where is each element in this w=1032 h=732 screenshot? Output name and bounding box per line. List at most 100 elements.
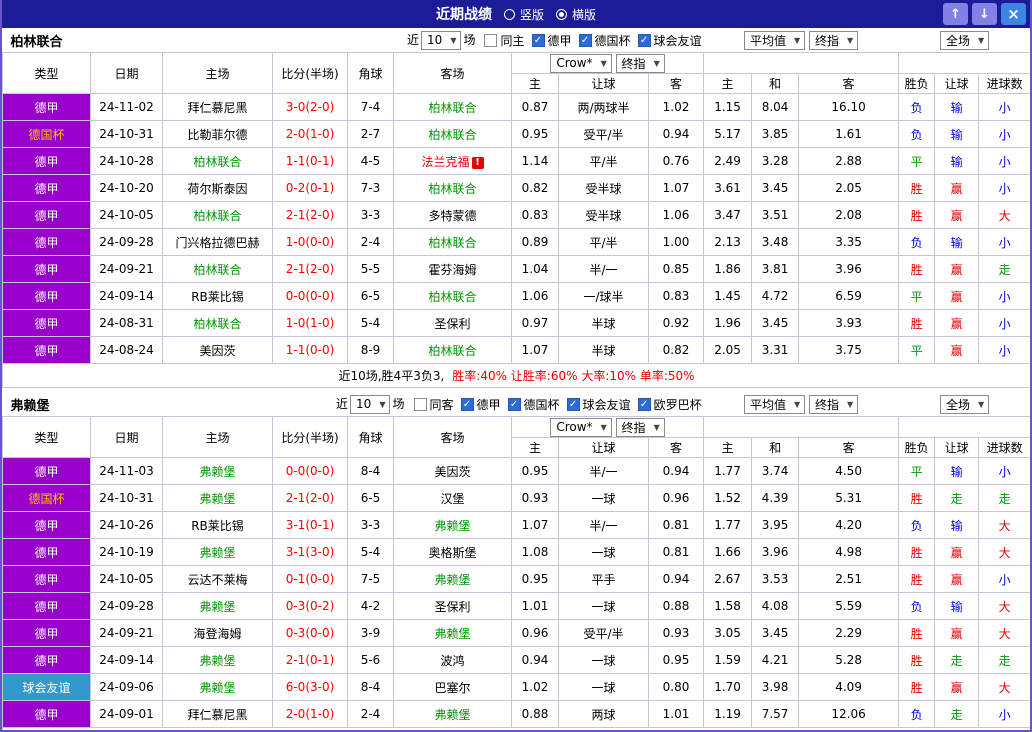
column-header: 日期 xyxy=(90,52,163,94)
away-team-link[interactable]: 汉堡 xyxy=(393,484,512,512)
score-link[interactable]: 2-0(1-0) xyxy=(272,700,348,728)
away-team-link[interactable]: 波鸿 xyxy=(393,646,512,674)
home-team-link[interactable]: 柏林联合 xyxy=(161,309,274,337)
avg-home: 2.05 xyxy=(703,336,753,364)
home-team-link[interactable]: 云达不莱梅 xyxy=(162,565,273,593)
home-team-link[interactable]: 拜仁慕尼黑 xyxy=(162,700,273,728)
away-team-link[interactable]: 霍芬海姆 xyxy=(393,255,513,283)
score-link[interactable]: 2-1(2-0) xyxy=(272,255,349,283)
away-team-link[interactable]: 柏林联合 xyxy=(393,174,513,202)
score-link[interactable]: 3-0(2-0) xyxy=(272,93,349,121)
avg-ref-select[interactable]: 终指 ▼ xyxy=(809,394,859,414)
away-team-link[interactable]: 弗赖堡 xyxy=(393,700,512,728)
avg-source-select[interactable]: 平均值 ▼ xyxy=(743,30,806,50)
score-link[interactable]: 1-1(0-0) xyxy=(272,336,349,364)
column-header: 进球数 xyxy=(978,437,1030,458)
home-team-link[interactable]: 弗赖堡 xyxy=(162,457,273,485)
score-link[interactable]: 3-1(3-0) xyxy=(272,538,348,566)
away-team-link[interactable]: 法兰克福! xyxy=(393,147,513,175)
chevron-down-icon: ▼ xyxy=(978,399,985,409)
league-checkbox-0-label: 德甲 xyxy=(476,397,501,412)
avg-source-select[interactable]: 平均值 ▼ xyxy=(744,394,806,414)
scope-select[interactable]: 全场 ▼ xyxy=(940,394,990,414)
odds-ref-select[interactable]: 终指 ▼ xyxy=(615,417,665,437)
away-team-link[interactable]: 奥格斯堡 xyxy=(393,538,512,566)
scroll-up-button[interactable]: ↑ xyxy=(943,3,968,25)
layout-horizontal-radio[interactable]: 横版 xyxy=(556,6,596,23)
odds-source-select[interactable]: Crow* ▼ xyxy=(550,53,612,73)
home-team-link[interactable]: RB莱比锡 xyxy=(162,511,273,539)
away-team-link[interactable]: 弗赖堡 xyxy=(393,511,512,539)
match-count-select[interactable]: 10 ▼ xyxy=(350,394,391,414)
result-outcome: 胜 xyxy=(898,484,936,512)
result-handicap: 赢 xyxy=(934,174,980,202)
score-link[interactable]: 0-2(0-1) xyxy=(272,174,349,202)
away-team-link[interactable]: 柏林联合 xyxy=(393,336,513,364)
league-checkbox-0[interactable]: ✓ 德甲 xyxy=(460,396,501,413)
league-checkbox-3-label: 欧罗巴杯 xyxy=(653,397,702,412)
away-team-link[interactable]: 柏林联合 xyxy=(393,282,513,310)
match-count-select[interactable]: 10 ▼ xyxy=(421,30,462,50)
home-team-link[interactable]: 弗赖堡 xyxy=(162,592,273,620)
score-link[interactable]: 1-1(0-1) xyxy=(272,147,349,175)
away-team-link[interactable]: 柏林联合 xyxy=(393,228,513,256)
away-team-link[interactable]: 圣保利 xyxy=(393,592,512,620)
score-link[interactable]: 2-0(1-0) xyxy=(272,120,349,148)
avg-ref-select[interactable]: 终指 ▼ xyxy=(808,30,859,50)
home-team-link[interactable]: 柏林联合 xyxy=(161,255,274,283)
match-row: 德甲 24-11-03 弗赖堡 0-0(0-0) 8-4 美因茨 0.95 半/一 0.94 1.… xyxy=(2,457,1030,485)
score-link[interactable]: 6-0(3-0) xyxy=(272,673,348,701)
home-team-link[interactable]: 海登海姆 xyxy=(162,619,273,647)
scroll-down-button[interactable]: ↓ xyxy=(972,3,997,25)
score-link[interactable]: 1-0(0-0) xyxy=(272,228,349,256)
home-team-link[interactable]: 比勒菲尔德 xyxy=(161,120,274,148)
home-team-link[interactable]: 美因茨 xyxy=(161,336,274,364)
away-team-link[interactable]: 圣保利 xyxy=(393,309,513,337)
score-link[interactable]: 2-1(2-0) xyxy=(272,484,348,512)
result-goals: 大 xyxy=(978,673,1030,701)
league-checkbox-3[interactable]: ✓ 欧罗巴杯 xyxy=(637,396,702,413)
home-team-link[interactable]: 弗赖堡 xyxy=(162,646,273,674)
score-link[interactable]: 0-3(0-2) xyxy=(272,592,348,620)
home-team-link[interactable]: RB莱比锡 xyxy=(161,282,274,310)
home-team-link[interactable]: 弗赖堡 xyxy=(162,538,273,566)
home-team-link[interactable]: 弗赖堡 xyxy=(162,673,273,701)
league-checkbox-0[interactable]: ✓ 德甲 xyxy=(531,32,572,49)
avg-home: 1.59 xyxy=(703,646,753,674)
home-team-link[interactable]: 拜仁慕尼黑 xyxy=(161,93,274,121)
avg-home: 5.17 xyxy=(703,120,753,148)
scope-select-cell: 全场 ▼ xyxy=(899,28,1030,53)
away-team-link[interactable]: 柏林联合 xyxy=(393,93,513,121)
scope-select[interactable]: 全场 ▼ xyxy=(939,30,990,50)
score-link[interactable]: 0-1(0-0) xyxy=(272,565,348,593)
home-team-link[interactable]: 柏林联合 xyxy=(161,201,274,229)
score-link[interactable]: 3-1(0-1) xyxy=(272,511,348,539)
same-venue-checkbox[interactable]: 同主 xyxy=(484,32,525,49)
away-team-link[interactable]: 美因茨 xyxy=(393,457,512,485)
away-team-link[interactable]: 巴塞尔 xyxy=(393,673,512,701)
close-button[interactable]: × xyxy=(1001,3,1026,25)
league-checkbox-2[interactable]: ✓ 球会友谊 xyxy=(637,32,702,49)
layout-vertical-radio[interactable]: 竖版 xyxy=(503,6,544,23)
same-venue-checkbox[interactable]: 同客 xyxy=(413,396,454,413)
league-checkbox-2[interactable]: ✓ 球会友谊 xyxy=(566,396,631,413)
league-checkbox-1[interactable]: ✓ 德国杯 xyxy=(507,396,560,413)
corners-value: 6-5 xyxy=(347,484,394,512)
home-team-link[interactable]: 弗赖堡 xyxy=(162,484,273,512)
score-link[interactable]: 0-0(0-0) xyxy=(272,457,348,485)
odds-ref-select[interactable]: 终指 ▼ xyxy=(615,53,665,73)
away-team-link[interactable]: 弗赖堡 xyxy=(393,565,512,593)
score-link[interactable]: 1-0(1-0) xyxy=(272,309,349,337)
score-link[interactable]: 0-3(0-0) xyxy=(272,619,348,647)
away-team-link[interactable]: 弗赖堡 xyxy=(393,619,512,647)
home-team-link[interactable]: 荷尔斯泰因 xyxy=(161,174,274,202)
home-team-link[interactable]: 柏林联合 xyxy=(161,147,274,175)
score-link[interactable]: 2-1(2-0) xyxy=(272,201,349,229)
score-link[interactable]: 2-1(0-1) xyxy=(272,646,348,674)
league-checkbox-1[interactable]: ✓ 德国杯 xyxy=(578,32,631,49)
score-link[interactable]: 0-0(0-0) xyxy=(272,282,349,310)
away-team-link[interactable]: 多特蒙德 xyxy=(393,201,513,229)
home-team-link[interactable]: 门兴格拉德巴赫 xyxy=(161,228,274,256)
odds-source-select[interactable]: Crow* ▼ xyxy=(550,417,612,437)
away-team-link[interactable]: 柏林联合 xyxy=(393,120,513,148)
